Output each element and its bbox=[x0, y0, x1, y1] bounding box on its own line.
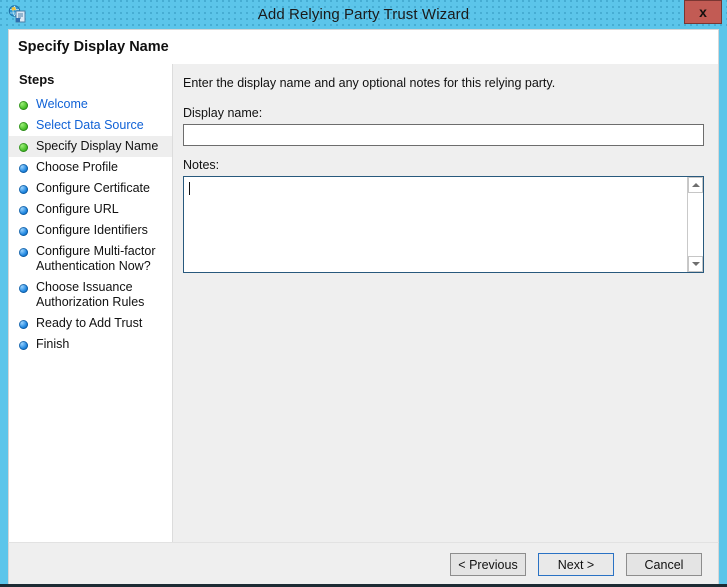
notes-label: Notes: bbox=[183, 158, 220, 172]
sidebar-step-finish: Finish bbox=[9, 334, 172, 355]
text-caret bbox=[189, 182, 190, 195]
sidebar-step-configure-certificate: Configure Certificate bbox=[9, 178, 172, 199]
sidebar-step-label: Configure URL bbox=[36, 202, 119, 216]
sidebar-step-configure-multi-factor-authentication-now: Configure Multi-factor Authentication No… bbox=[9, 241, 172, 277]
page-title: Specify Display Name bbox=[18, 39, 169, 55]
wizard-footer: < Previous Next > Cancel bbox=[8, 542, 719, 587]
sidebar-step-label: Welcome bbox=[36, 97, 88, 111]
sidebar-step-configure-url: Configure URL bbox=[9, 199, 172, 220]
sidebar-step-label: Select Data Source bbox=[36, 118, 144, 132]
step-complete-icon bbox=[19, 122, 28, 131]
sidebar-step-configure-identifiers: Configure Identifiers bbox=[9, 220, 172, 241]
sidebar-step-choose-issuance-authorization-rules: Choose Issuance Authorization Rules bbox=[9, 277, 172, 313]
sidebar-step-label: Configure Identifiers bbox=[36, 223, 148, 237]
step-pending-icon bbox=[19, 227, 28, 236]
step-complete-icon bbox=[19, 101, 28, 110]
step-pending-icon bbox=[19, 164, 28, 173]
sidebar-step-label: Configure Certificate bbox=[36, 181, 150, 195]
sidebar-step-label: Finish bbox=[36, 337, 70, 351]
sidebar-step-ready-to-add-trust: Ready to Add Trust bbox=[9, 313, 172, 334]
sidebar-step-label: Configure Multi-factor Authentication No… bbox=[36, 244, 156, 273]
notes-textarea[interactable] bbox=[184, 177, 687, 272]
step-pending-icon bbox=[19, 284, 28, 293]
step-pending-icon bbox=[19, 248, 28, 257]
instruction-text: Enter the display name and any optional … bbox=[183, 76, 556, 90]
window-title: Add Relying Party Trust Wizard bbox=[257, 6, 470, 23]
next-button[interactable]: Next > bbox=[538, 553, 614, 576]
step-pending-icon bbox=[19, 341, 28, 350]
relying-party-trust-icon bbox=[8, 5, 27, 24]
sidebar-step-label: Choose Profile bbox=[36, 160, 118, 174]
chevron-up-icon bbox=[691, 183, 700, 187]
content-pane: Enter the display name and any optional … bbox=[173, 64, 718, 542]
step-pending-icon bbox=[19, 185, 28, 194]
chevron-down-icon bbox=[691, 262, 700, 266]
step-pending-icon bbox=[19, 320, 28, 329]
display-name-label: Display name: bbox=[183, 106, 263, 120]
previous-button[interactable]: < Previous bbox=[450, 553, 526, 576]
cancel-button[interactable]: Cancel bbox=[626, 553, 702, 576]
steps-heading: Steps bbox=[19, 72, 55, 87]
sidebar-step-select-data-source[interactable]: Select Data Source bbox=[9, 115, 172, 136]
steps-list: Welcome Select Data Source Specify Display… bbox=[9, 94, 172, 355]
sidebar-step-choose-profile: Choose Profile bbox=[9, 157, 172, 178]
wizard-body: Steps Welcome Select Data Source Specify D… bbox=[8, 64, 719, 542]
notes-scrollbar[interactable] bbox=[687, 177, 703, 272]
sidebar-step-welcome[interactable]: Welcome bbox=[9, 94, 172, 115]
step-complete-icon bbox=[19, 143, 28, 152]
notes-field[interactable] bbox=[183, 176, 704, 273]
scroll-up-button[interactable] bbox=[688, 177, 703, 193]
sidebar-step-label: Ready to Add Trust bbox=[36, 316, 143, 330]
scroll-down-button[interactable] bbox=[688, 256, 703, 272]
sidebar-step-label: Specify Display Name bbox=[36, 139, 159, 153]
steps-sidebar: Steps Welcome Select Data Source Specify D… bbox=[9, 64, 173, 542]
close-button[interactable]: x bbox=[684, 0, 722, 24]
step-pending-icon bbox=[19, 206, 28, 215]
sidebar-step-label: Choose Issuance Authorization Rules bbox=[36, 280, 145, 309]
sidebar-step-specify-display-name: Specify Display Name bbox=[9, 136, 172, 157]
wizard-window: Add Relying Party Trust Wizard x Specify… bbox=[0, 0, 727, 587]
display-name-input[interactable] bbox=[183, 124, 704, 146]
scrollbar-track[interactable] bbox=[688, 193, 703, 256]
title-bar: Add Relying Party Trust Wizard x bbox=[0, 0, 727, 29]
page-header: Specify Display Name bbox=[8, 29, 719, 64]
